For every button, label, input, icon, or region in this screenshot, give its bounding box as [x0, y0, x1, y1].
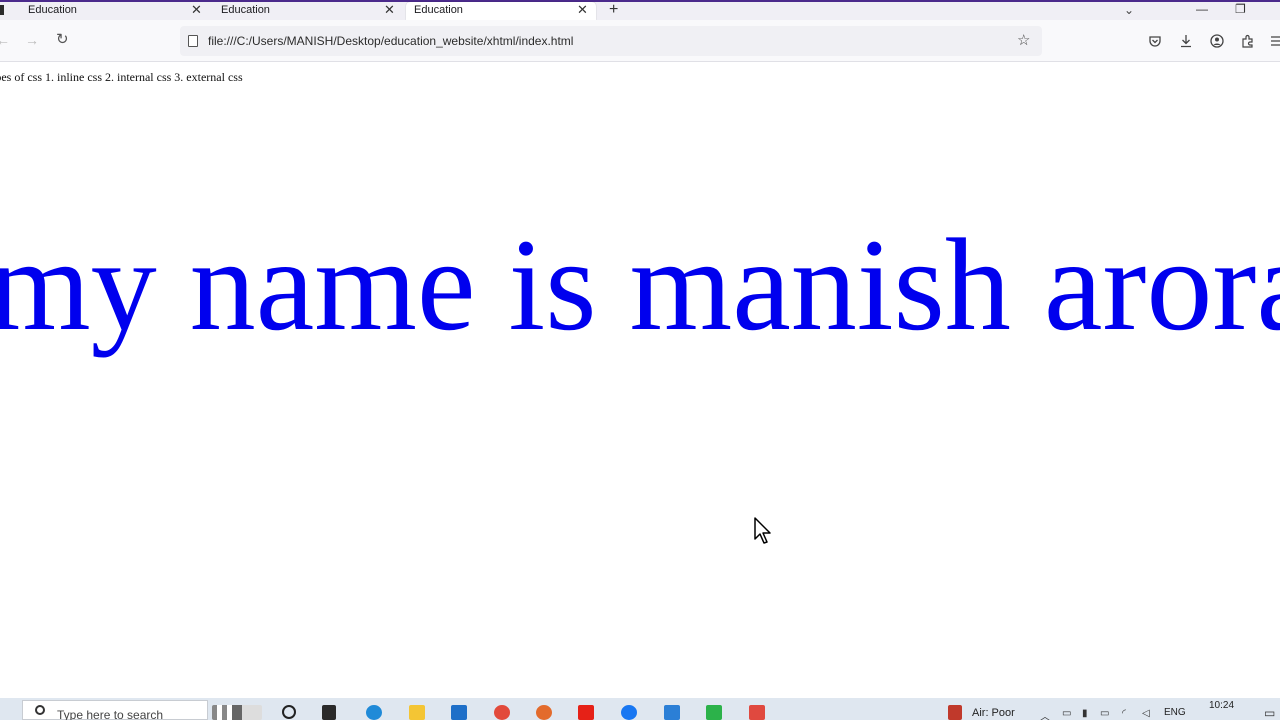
tab-2[interactable]: Education ✕ [221, 2, 397, 20]
red-app-icon[interactable] [749, 705, 765, 720]
mail-icon[interactable] [451, 705, 467, 720]
chrome-icon[interactable] [494, 705, 510, 720]
taskbar-search-box[interactable]: Type here to search [22, 700, 208, 720]
tab-3-active[interactable]: Education ✕ [406, 2, 596, 20]
url-text[interactable]: file:///C:/Users/MANISH/Desktop/educatio… [208, 34, 573, 48]
language-indicator[interactable]: ENG [1164, 707, 1186, 718]
page-heading: my name is manish arora [0, 211, 1280, 358]
firefox-view-icon[interactable] [0, 5, 4, 15]
volume-icon[interactable]: ◁ [1142, 708, 1150, 719]
file-explorer-icon[interactable] [409, 705, 425, 720]
battery-icon[interactable]: ▭ [1100, 708, 1109, 719]
network-adapter-icon[interactable]: ▭ [1062, 708, 1071, 719]
extensions-icon[interactable] [1241, 34, 1255, 48]
star-icon[interactable]: ☆ [1017, 31, 1030, 49]
search-icon [35, 705, 45, 715]
plus-icon[interactable]: + [609, 1, 618, 19]
vscode-icon[interactable] [664, 705, 680, 720]
clock-time[interactable]: 10:24 [1209, 700, 1234, 711]
hamburger-menu-icon[interactable] [1270, 34, 1280, 48]
pocket-icon[interactable] [1148, 34, 1162, 48]
reload-icon[interactable]: ↻ [56, 30, 69, 48]
green-app-icon[interactable] [706, 705, 722, 720]
close-icon[interactable]: ✕ [191, 2, 202, 18]
forward-arrow-icon[interactable]: → [25, 32, 39, 48]
tab-strip: Education ✕ Education ✕ Education ✕ + ⌄ … [0, 0, 1280, 20]
mouse-cursor-icon [754, 517, 771, 544]
page-icon [188, 35, 198, 47]
weather-text[interactable]: Air: Poor [972, 707, 1015, 719]
facebook-icon[interactable] [621, 705, 637, 720]
address-bar[interactable]: file:///C:/Users/MANISH/Desktop/educatio… [180, 26, 1042, 56]
microphone-icon[interactable]: ▮ [1082, 708, 1088, 719]
chevron-down-icon[interactable]: ⌄ [1124, 3, 1134, 17]
firefox-icon[interactable] [536, 705, 552, 720]
wifi-icon[interactable]: ◜ [1122, 708, 1126, 719]
account-icon[interactable] [1210, 34, 1224, 48]
chevron-up-icon[interactable]: ︿ [1040, 708, 1050, 720]
cortana-icon[interactable] [282, 705, 296, 719]
search-highlight-image-icon[interactable] [212, 705, 262, 720]
download-icon[interactable] [1179, 34, 1193, 48]
windows-taskbar: Type here to search Air: Poor ︿ ▭ ▮ ▭ ◜ … [0, 698, 1280, 720]
close-icon[interactable]: ✕ [384, 2, 395, 18]
navigation-toolbar: ← → ↻ file:///C:/Users/MANISH/Desktop/ed… [0, 20, 1280, 62]
tab-1[interactable]: Education ✕ [28, 2, 204, 20]
back-arrow-icon[interactable]: ← [0, 32, 10, 48]
css-types-text: types of css 1. inline css 2. internal c… [0, 70, 243, 84]
minimize-icon[interactable]: — [1196, 2, 1208, 16]
search-placeholder: Type here to search [57, 708, 164, 720]
restore-icon[interactable]: ❐ [1235, 2, 1246, 16]
task-view-icon[interactable] [322, 705, 336, 720]
youtube-icon[interactable] [578, 705, 594, 720]
page-viewport: types of css 1. inline css 2. internal c… [0, 62, 1280, 698]
notifications-icon[interactable]: ▭ [1264, 706, 1275, 720]
edge-icon[interactable] [366, 705, 382, 720]
tab-title: Education [221, 4, 270, 16]
tab-title: Education [28, 4, 77, 16]
weather-icon[interactable] [948, 705, 962, 720]
close-icon[interactable]: ✕ [577, 2, 588, 18]
tab-title: Education [414, 4, 463, 16]
